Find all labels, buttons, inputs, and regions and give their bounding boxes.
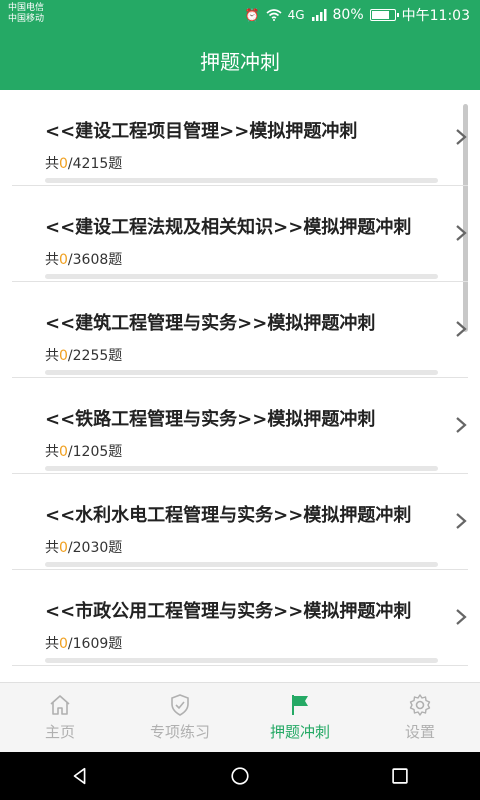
- tab-label: 押题冲刺: [269, 723, 330, 741]
- tab-label: 专项练习: [149, 723, 210, 741]
- count-prefix: 共: [45, 252, 59, 268]
- page-title: 押题冲刺: [200, 49, 280, 74]
- alarm-icon: ⏰: [244, 8, 260, 22]
- done-count: 0: [59, 252, 68, 268]
- tab-label: 设置: [404, 723, 435, 741]
- tab-settings[interactable]: 设置: [360, 683, 480, 752]
- exam-list[interactable]: <<建设工程项目管理>>模拟押题冲刺 共0/4215题 <<建设工程法规及相关知识>…: [0, 90, 480, 682]
- done-count: 0: [59, 540, 68, 556]
- bottom-tab-bar: 主页 专项练习 押题冲刺 设置: [0, 682, 480, 752]
- count-prefix: 共: [45, 348, 59, 364]
- chevron-right-icon: [456, 129, 467, 145]
- item-count: 共0/2030题: [45, 537, 122, 557]
- count-prefix: 共: [45, 636, 59, 652]
- chevron-right-icon: [456, 225, 467, 241]
- tab-label: 主页: [44, 723, 75, 741]
- back-icon[interactable]: [69, 765, 91, 787]
- progress-bar: [45, 274, 438, 279]
- done-count: 0: [59, 348, 68, 364]
- list-item[interactable]: <<水利水电工程管理与实务>>模拟押题冲刺 共0/2030题: [12, 474, 468, 570]
- chevron-right-icon: [456, 609, 467, 625]
- done-count: 0: [59, 156, 68, 172]
- item-title: <<铁路工程管理与实务>>模拟押题冲刺: [45, 409, 376, 430]
- signal-icon: [311, 9, 327, 21]
- chevron-right-icon: [456, 417, 467, 433]
- progress-bar: [45, 370, 438, 375]
- clock: 中午11:03: [401, 8, 470, 24]
- list-item[interactable]: <<铁路工程管理与实务>>模拟押题冲刺 共0/1205题: [12, 378, 468, 474]
- progress-bar: [45, 466, 438, 471]
- carrier-1: 中国电信: [8, 3, 45, 13]
- total-count: /1205题: [67, 444, 123, 460]
- recent-apps-icon[interactable]: [389, 765, 411, 787]
- progress-bar: [45, 178, 438, 183]
- list-item[interactable]: <<建设工程法规及相关知识>>模拟押题冲刺 共0/3608题: [12, 186, 468, 282]
- progress-bar: [45, 658, 438, 663]
- tab-special-practice[interactable]: 专项练习: [120, 683, 240, 752]
- title-bar: 押题冲刺: [0, 30, 480, 90]
- total-count: /3608题: [67, 252, 123, 268]
- carrier-info: 中国电信 中国移动: [8, 3, 44, 25]
- total-count: /2030题: [67, 540, 123, 556]
- item-count: 共0/1205题: [45, 441, 122, 461]
- progress-bar: [45, 562, 438, 567]
- gear-icon: [409, 694, 431, 716]
- item-title: <<建设工程法规及相关知识>>模拟押题冲刺: [45, 217, 412, 238]
- item-count: 共0/4215题: [45, 153, 122, 173]
- total-count: /2255题: [67, 348, 123, 364]
- shield-check-icon: [171, 694, 189, 716]
- total-count: /4215题: [67, 156, 123, 172]
- home-icon: [50, 695, 70, 715]
- count-prefix: 共: [45, 156, 59, 172]
- list-item[interactable]: <<建筑工程管理与实务>>模拟押题冲刺 共0/2255题: [12, 282, 468, 378]
- item-title: <<建筑工程管理与实务>>模拟押题冲刺: [45, 313, 376, 334]
- chevron-right-icon: [456, 321, 467, 337]
- carrier-2: 中国移动: [8, 14, 45, 24]
- done-count: 0: [59, 636, 68, 652]
- home-button-icon[interactable]: [229, 765, 251, 787]
- battery-icon: [369, 9, 399, 21]
- chevron-right-icon: [456, 513, 467, 529]
- item-title: <<建设工程项目管理>>模拟押题冲刺: [45, 121, 358, 142]
- total-count: /1609题: [67, 636, 123, 652]
- count-prefix: 共: [45, 444, 59, 460]
- done-count: 0: [59, 444, 68, 460]
- item-title: <<水利水电工程管理与实务>>模拟押题冲刺: [45, 505, 412, 526]
- list-item[interactable]: <<建设工程项目管理>>模拟押题冲刺 共0/4215题: [12, 90, 468, 186]
- wifi-icon: [266, 9, 282, 21]
- item-count: 共0/2255题: [45, 345, 122, 365]
- status-bar: 中国电信 中国移动 ⏰ 4G 80% 中午11:03: [0, 0, 480, 30]
- item-count: 共0/3608题: [45, 249, 122, 269]
- count-prefix: 共: [45, 540, 59, 556]
- tab-home[interactable]: 主页: [0, 683, 120, 752]
- system-nav-bar: [0, 752, 480, 800]
- list-item[interactable]: <<市政公用工程管理与实务>>模拟押题冲刺 共0/1609题: [12, 570, 468, 666]
- item-count: 共0/1609题: [45, 633, 122, 653]
- status-indicators: ⏰ 4G 80% 中午11:03: [245, 5, 470, 25]
- tab-mock-sprint[interactable]: 押题冲刺: [240, 683, 360, 752]
- network-type-label: 4G: [287, 8, 305, 22]
- flag-icon: [292, 695, 308, 715]
- item-title: <<市政公用工程管理与实务>>模拟押题冲刺: [45, 601, 412, 622]
- battery-percent: 80%: [332, 7, 364, 23]
